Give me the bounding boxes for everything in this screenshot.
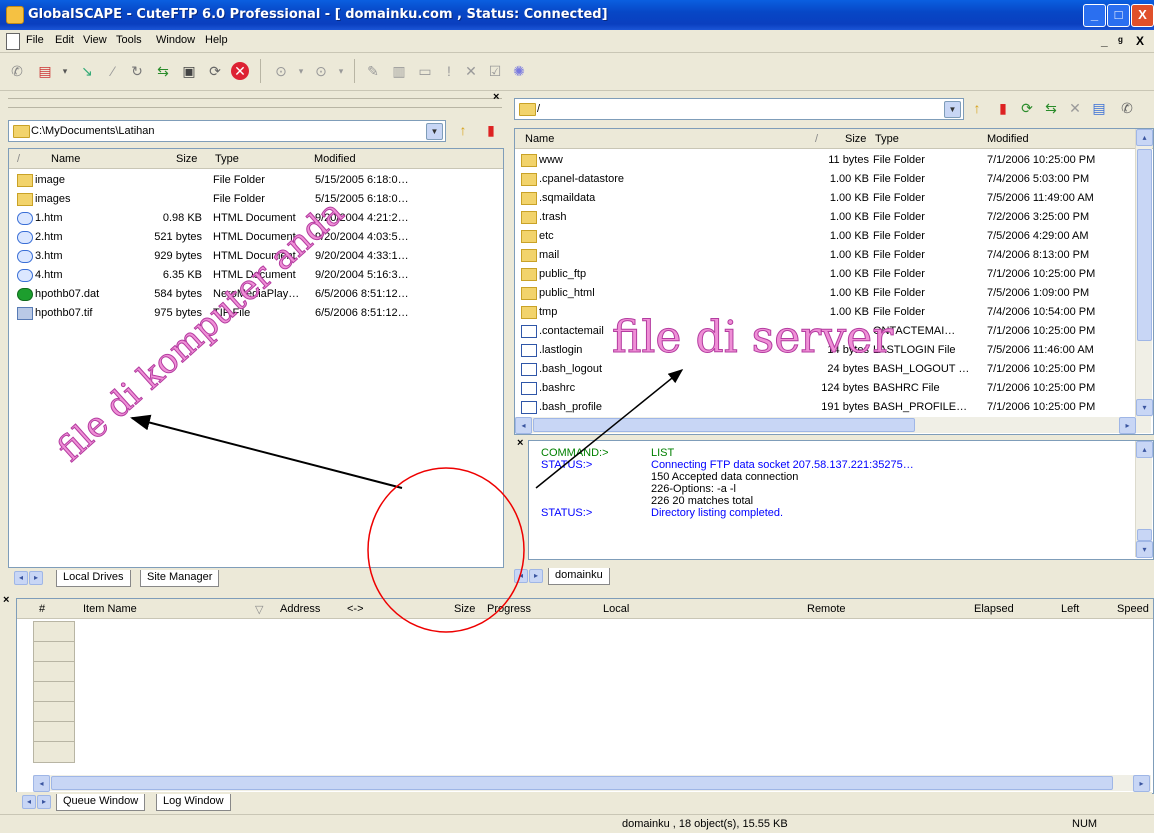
- arrow-to-server-files: [535, 369, 684, 489]
- highlight-circle: [367, 467, 525, 633]
- annotation-overlay: [130, 369, 684, 633]
- arrow-to-local-files: [130, 414, 403, 489]
